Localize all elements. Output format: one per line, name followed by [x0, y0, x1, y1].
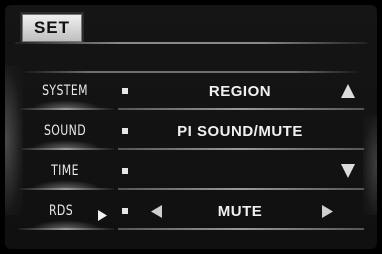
row-value-rds[interactable]: MUTE	[140, 193, 340, 229]
row-value-sound[interactable]: PI SOUND/MUTE	[140, 113, 340, 149]
square-bullet-icon	[122, 208, 128, 214]
tab-set[interactable]: SET	[20, 12, 84, 42]
row-value-divider	[118, 148, 364, 150]
row-label-divider	[18, 148, 114, 150]
row-sound: SOUND PI SOUND/MUTE	[0, 113, 382, 150]
square-bullet-icon	[122, 128, 128, 134]
row-time: TIME	[0, 153, 382, 190]
header-divider	[15, 42, 367, 44]
row-label-divider	[18, 228, 114, 230]
triangle-right-icon[interactable]	[322, 205, 333, 218]
row-value-divider	[118, 188, 364, 190]
row-value-system[interactable]: REGION	[140, 73, 340, 109]
triangle-up-icon[interactable]	[341, 84, 355, 98]
row-label-divider	[18, 188, 114, 190]
rds-settings-screen: SET SYSTEM REGION SOUND PI SOUND/MUTE TI…	[0, 0, 382, 254]
row-value-divider	[118, 228, 364, 230]
row-value-time[interactable]	[140, 153, 340, 189]
square-bullet-icon	[122, 168, 128, 174]
row-value-divider	[118, 108, 364, 110]
triangle-down-icon[interactable]	[341, 164, 355, 178]
row-system: SYSTEM REGION	[0, 73, 382, 110]
square-bullet-icon	[122, 88, 128, 94]
row-rds: RDS MUTE	[0, 193, 382, 230]
row-label-divider	[18, 108, 114, 110]
